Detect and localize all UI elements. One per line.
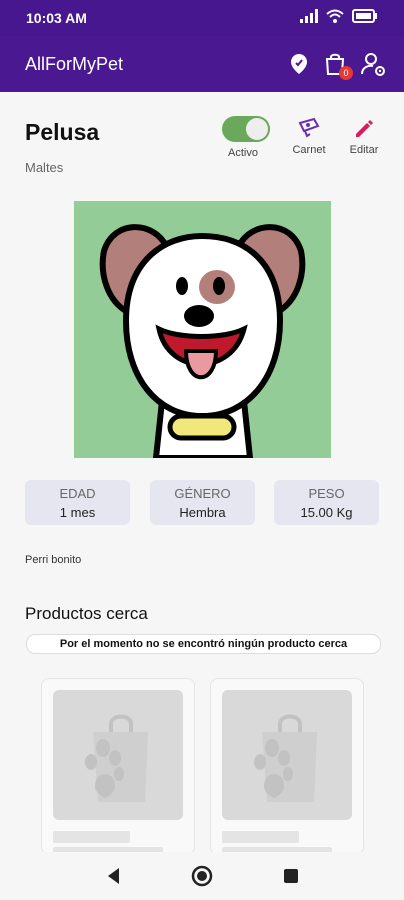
skeleton-line	[53, 831, 130, 843]
system-navigation-bar	[0, 852, 404, 900]
no-products-notice: Por el momento no se encontró ningún pro…	[26, 634, 381, 654]
stat-label-gender: GÉNERO	[174, 486, 231, 501]
paw-bag-icon	[85, 714, 148, 802]
pet-description: Perri bonito	[25, 554, 82, 566]
app-title: AllForMyPet	[25, 54, 124, 74]
dog-illustration	[74, 201, 331, 458]
pet-photo	[74, 201, 331, 458]
signal-icon	[300, 9, 318, 23]
status-bar: 10:03 AM	[0, 0, 404, 36]
home-icon[interactable]	[190, 864, 214, 888]
stat-value-age: 1 mes	[59, 505, 96, 520]
products-title: Productos cerca	[25, 604, 148, 623]
carnet-label: Carnet	[292, 144, 326, 156]
toggle-label: Activo	[228, 147, 258, 159]
location-icon[interactable]	[285, 50, 313, 78]
battery-icon	[352, 9, 377, 23]
pet-breed: Maltes	[25, 160, 64, 175]
product-image-placeholder	[222, 690, 352, 820]
id-card-icon	[298, 117, 320, 138]
toggle-knob	[246, 118, 268, 140]
back-icon[interactable]	[102, 864, 126, 888]
recents-icon[interactable]	[279, 864, 303, 888]
edit-button[interactable]: Editar	[342, 116, 386, 156]
skeleton-line	[222, 831, 299, 843]
carnet-button[interactable]: Carnet	[287, 116, 331, 156]
weight-card: PESO 15.00 Kg	[274, 480, 379, 525]
stat-label-weight: PESO	[308, 486, 345, 501]
age-card: EDAD 1 mes	[25, 480, 130, 525]
product-image-placeholder	[53, 690, 183, 820]
stat-value-gender: Hembra	[179, 505, 226, 520]
active-toggle[interactable]	[222, 116, 270, 142]
cart-badge: 0	[339, 66, 353, 80]
pet-name: Pelusa	[25, 119, 100, 145]
stat-label-age: EDAD	[59, 486, 96, 501]
gender-card: GÉNERO Hembra	[150, 480, 255, 525]
stat-value-weight: 15.00 Kg	[300, 505, 353, 520]
app-bar: AllForMyPet	[0, 36, 404, 92]
product-card-placeholder[interactable]	[210, 678, 364, 855]
paw-bag-icon	[254, 714, 317, 802]
edit-label: Editar	[349, 144, 379, 156]
status-icons	[300, 9, 378, 23]
status-time: 10:03 AM	[26, 10, 87, 26]
product-card-placeholder[interactable]	[41, 678, 195, 855]
user-settings-icon[interactable]	[359, 50, 387, 78]
pencil-icon	[356, 120, 373, 137]
wifi-icon	[326, 9, 344, 23]
